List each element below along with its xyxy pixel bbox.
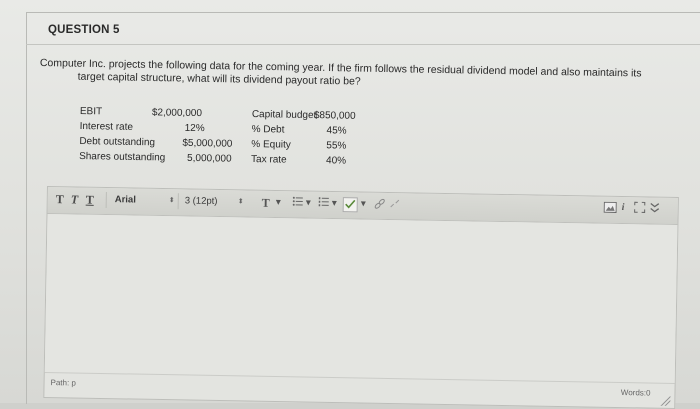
data-value: 55% — [326, 140, 347, 152]
data-label: Interest rate — [79, 120, 134, 133]
data-value: $850,000 — [313, 110, 356, 122]
data-value: $5,000,000 — [182, 137, 233, 150]
font-size-value: 3 (12pt) — [184, 195, 218, 207]
data-label: % Equity — [251, 138, 291, 151]
font-family-value: Arial — [114, 194, 136, 206]
data-value: $2,000,000 — [151, 107, 203, 120]
chevron-updown-icon: ⬍ — [237, 198, 244, 206]
data-label: Capital budget — [251, 109, 317, 122]
data-value: 45% — [326, 125, 347, 137]
data-label: Tax rate — [250, 153, 287, 166]
resize-handle[interactable] — [660, 395, 671, 406]
question-title: QUESTION 5 — [48, 24, 120, 36]
chevron-down-icon[interactable]: ▾ — [361, 198, 366, 209]
font-size-select[interactable]: 3 (12pt) ⬍ — [177, 193, 245, 211]
data-label: EBIT — [79, 106, 103, 118]
underline-button[interactable]: T — [86, 193, 94, 208]
word-count: Words:0 — [620, 388, 651, 398]
question-header — [26, 22, 700, 45]
text-color-button[interactable]: T — [262, 196, 270, 211]
image-icon[interactable] — [603, 201, 617, 216]
chevron-double-down-icon[interactable] — [650, 202, 660, 217]
data-label: Debt outstanding — [79, 135, 156, 149]
font-family-select[interactable]: Arial ⬍ — [105, 192, 177, 210]
italic-button[interactable]: T — [71, 192, 79, 207]
bullet-list-icon[interactable] — [292, 195, 304, 210]
link-icon[interactable] — [374, 198, 386, 213]
chevron-down-icon[interactable]: ▾ — [332, 198, 337, 209]
data-value: 12% — [184, 122, 205, 135]
data-table: EBIT $2,000,000 Capital budget $850,000 … — [79, 106, 400, 182]
spellcheck-icon[interactable] — [342, 197, 358, 213]
bold-button[interactable]: T — [56, 192, 64, 207]
element-path: Path: p — [50, 378, 77, 388]
html-source-icon[interactable]: i — [622, 202, 625, 213]
numbered-list-icon[interactable] — [318, 196, 330, 211]
data-value: 5,000,000 — [187, 152, 232, 165]
data-label: % Debt — [251, 123, 285, 136]
rich-text-editor: T T T Arial ⬍ 3 (12pt) ⬍ T ▾ ▾ ▾ ▾ i Pat… — [43, 186, 679, 409]
unlink-icon[interactable] — [389, 198, 401, 213]
chevron-down-icon[interactable]: ▾ — [276, 197, 281, 208]
chevron-updown-icon: ⬍ — [168, 197, 175, 205]
data-value: 40% — [325, 155, 347, 167]
data-label: Shares outstanding — [79, 150, 166, 164]
page: QUESTION 5 Computer Inc. projects the fo… — [0, 0, 700, 409]
expand-icon[interactable] — [634, 201, 646, 216]
chevron-down-icon[interactable]: ▾ — [306, 198, 311, 209]
answer-text-area[interactable] — [44, 214, 678, 383]
